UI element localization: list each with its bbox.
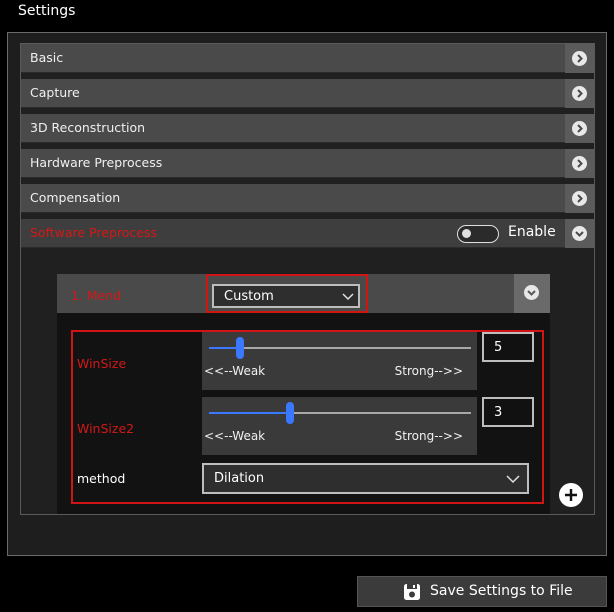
save-settings-button[interactable]: Save Settings to File — [357, 576, 607, 607]
mend-collapse-button[interactable] — [514, 274, 550, 313]
settings-panel: Basic Capture 3D Reconstruction Hardware… — [7, 32, 607, 556]
winsize2-slider[interactable]: <<--Weak Strong-->> — [202, 397, 477, 455]
mode-value: Custom — [224, 289, 274, 304]
section-capture[interactable]: Capture — [21, 79, 594, 108]
chevron-right-icon — [572, 86, 587, 101]
expand-button[interactable] — [565, 149, 594, 178]
save-button-label: Save Settings to File — [430, 583, 573, 599]
strong-label: Strong-->> — [394, 429, 463, 443]
winsize-label: WinSize — [77, 356, 127, 371]
settings-accordion: Basic Capture 3D Reconstruction Hardware… — [20, 43, 595, 515]
chevron-right-icon — [572, 121, 587, 136]
chevron-right-icon — [572, 156, 587, 171]
add-button[interactable] — [559, 483, 583, 507]
mend-label: 1. Mend — [71, 288, 122, 303]
plus-icon — [565, 489, 577, 501]
winsize2-value: 3 — [494, 405, 503, 420]
collapse-button[interactable] — [565, 219, 594, 248]
chevron-down-icon — [342, 293, 354, 301]
section-label: Compensation — [30, 190, 121, 205]
section-label: 3D Reconstruction — [30, 120, 146, 135]
section-hardware-preprocess[interactable]: Hardware Preprocess — [21, 149, 594, 178]
weak-label: <<--Weak — [204, 429, 266, 443]
method-label: method — [77, 471, 126, 486]
section-label: Capture — [30, 85, 80, 100]
method-dropdown[interactable]: Dilation — [202, 463, 529, 494]
section-compensation[interactable]: Compensation — [21, 184, 594, 213]
slider-thumb[interactable] — [236, 337, 245, 359]
slider-thumb[interactable] — [286, 402, 295, 424]
enable-toggle[interactable] — [457, 225, 499, 243]
floppy-disk-icon — [404, 584, 420, 600]
chevron-down-icon — [524, 285, 539, 300]
chevron-right-icon — [572, 191, 587, 206]
weak-label: <<--Weak — [204, 364, 266, 378]
section-label: Software Preprocess — [30, 225, 157, 240]
expand-button[interactable] — [565, 114, 594, 143]
method-value: Dilation — [214, 471, 265, 486]
winsize-value-field[interactable]: 5 — [482, 332, 534, 362]
mend-panel: 1. Mend Custom WinSize <<--Weak Strong--… — [57, 274, 550, 514]
enable-label: Enable — [508, 224, 556, 240]
slider-track — [209, 412, 471, 414]
winsize-value: 5 — [494, 340, 503, 355]
window-title: Settings — [18, 3, 76, 19]
chevron-right-icon — [572, 51, 587, 66]
section-3d-reconstruction[interactable]: 3D Reconstruction — [21, 114, 594, 143]
expand-button[interactable] — [565, 79, 594, 108]
winsize-slider[interactable]: <<--Weak Strong-->> — [202, 332, 477, 390]
section-label: Basic — [30, 50, 64, 65]
expand-button[interactable] — [565, 44, 594, 73]
section-basic[interactable]: Basic — [21, 44, 594, 73]
winsize2-label: WinSize2 — [77, 421, 135, 436]
chevron-down-icon — [506, 475, 520, 484]
chevron-down-icon — [572, 226, 587, 241]
slider-fill — [209, 412, 291, 414]
section-label: Hardware Preprocess — [30, 155, 163, 170]
toggle-knob — [462, 229, 471, 238]
software-preprocess-body: 1. Mend Custom WinSize <<--Weak Strong--… — [21, 262, 594, 514]
mend-header[interactable]: 1. Mend Custom — [57, 274, 550, 313]
winsize2-value-field[interactable]: 3 — [482, 397, 534, 427]
slider-track — [209, 347, 471, 349]
strong-label: Strong-->> — [394, 364, 463, 378]
expand-button[interactable] — [565, 184, 594, 213]
section-software-preprocess[interactable]: Software Preprocess Enable — [21, 219, 594, 248]
mode-dropdown[interactable]: Custom — [212, 284, 360, 308]
